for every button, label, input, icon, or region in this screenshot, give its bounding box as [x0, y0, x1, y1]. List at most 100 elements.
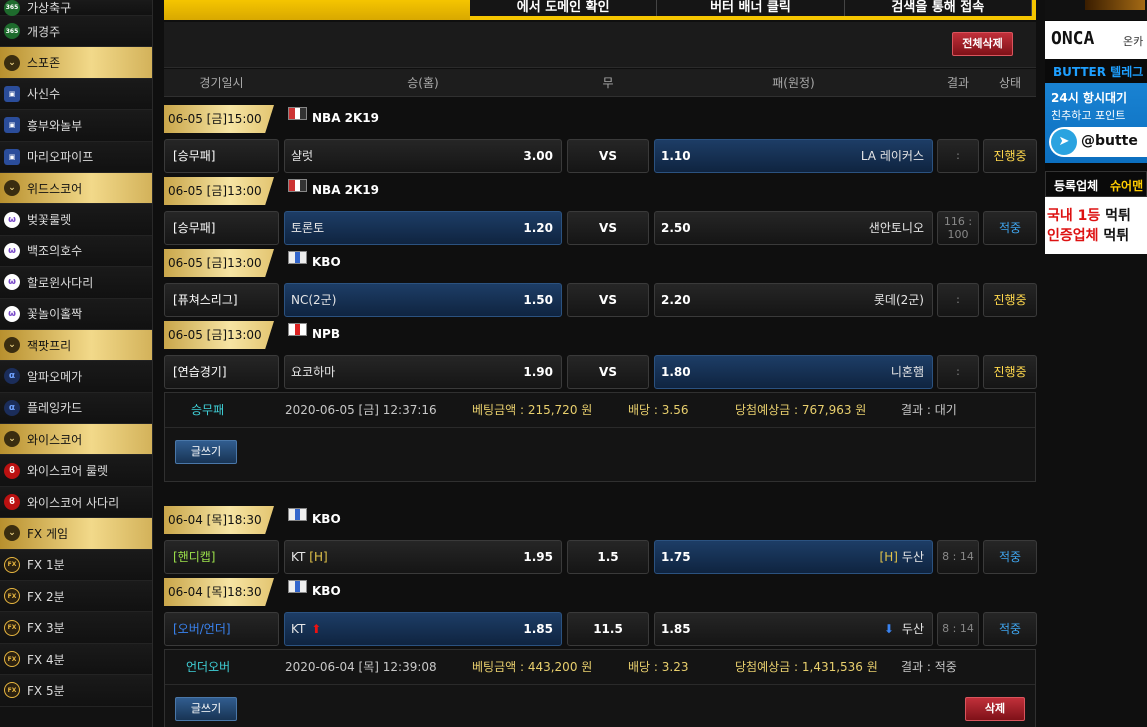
bet-type: [연습경기] [164, 355, 279, 389]
write-button[interactable]: 글쓰기 [175, 697, 237, 721]
col-status: 상태 [998, 76, 1022, 90]
bet-type: [오버/언더] [164, 612, 279, 646]
sidebar-category[interactable]: ⌄ 스포존 [0, 47, 152, 79]
sidebar-item[interactable]: ▣ 마리오파이프 [0, 141, 152, 173]
butter-handle: @butte [1081, 133, 1138, 149]
butter-line1: 24시 항시대기 [1051, 91, 1128, 105]
powerball-icon: ω [4, 305, 20, 322]
home-pick[interactable]: 토론토 1.20 [284, 211, 562, 245]
delete-all-button[interactable]: 전체삭제 [952, 32, 1013, 56]
powerball-icon: ω [4, 274, 20, 291]
summary-result: 결과 : 적중 [901, 660, 957, 674]
game-header: 06-05 [금]13:00 KBO [164, 247, 1036, 277]
col-result: 결과 [946, 76, 970, 90]
away-odd: 1.10 [661, 149, 691, 163]
game-status: 적중 [983, 540, 1037, 574]
home-pick[interactable]: NC(2군) 1.50 [284, 283, 562, 317]
powerball-icon: ω [4, 211, 20, 228]
draw-pick[interactable]: VS [567, 139, 649, 173]
sidebar-item-label: 알파오메가 [27, 369, 83, 384]
sidebar-category[interactable]: ⌄ FX 게임 [0, 518, 152, 550]
red-line1-text-b: 먹튀 [1105, 208, 1131, 224]
league-flag-icon [288, 107, 307, 120]
sidebar-item[interactable]: FX FX 2분 [0, 581, 152, 613]
game-row: [승무패] 샬럿 3.00 VS 1.10 LA 레이커스: 진행중 [164, 139, 1037, 173]
summary-divider [165, 684, 1035, 685]
draw-pick[interactable]: VS [567, 211, 649, 245]
home-pick[interactable]: 요코하마 1.90 [284, 355, 562, 389]
delete-button[interactable]: 삭제 [965, 697, 1025, 721]
ad-registered[interactable]: 등록업체 슈어맨 [1045, 171, 1147, 197]
draw-pick[interactable]: VS [567, 283, 649, 317]
sidebar-item-label: 잭팟프리 [27, 338, 72, 353]
away-team-wrap: 롯데(2군) [874, 284, 924, 316]
sidebar-item-label: 와이스코어 [27, 432, 83, 447]
sidebar-category[interactable]: ⌄ 잭팟프리 [0, 329, 152, 362]
sidebar-item[interactable]: FX FX 1분 [0, 549, 152, 582]
game-row: [핸디캡] KT [H] 1.95 1.5 1.75 [H] 두산 8 : 14 적중 [164, 540, 1037, 574]
summary-amount: 베팅금액 : 443,200 원 [472, 660, 593, 674]
sidebar-item[interactable]: ω 벚꽃룰렛 [0, 204, 152, 236]
right-ads: ONCA 온카 BUTTER 텔레그 24시 항시대기 친추하고 포인트 ➤ @… [1045, 0, 1147, 254]
league-flag-icon [288, 580, 307, 593]
sidebar-category[interactable]: ⌄ 위드스코어 [0, 172, 152, 205]
sidebar-item[interactable]: ▣ 흥부와놀부 [0, 110, 152, 142]
sidebar-item[interactable]: ω 할로윈사다리 [0, 267, 152, 299]
game-status: 진행중 [983, 139, 1037, 173]
away-pick[interactable]: 2.20 롯데(2군) [654, 283, 933, 317]
home-pick[interactable]: 샬럿 3.00 [284, 139, 562, 173]
away-odd: 1.80 [661, 365, 691, 379]
sidebar-item[interactable]: FX FX 4분 [0, 643, 152, 676]
sidebar-item-label: 와이스코어 사다리 [27, 495, 120, 510]
sidebar-item[interactable]: FX FX 3분 [0, 612, 152, 644]
draw-pick[interactable]: VS [567, 355, 649, 389]
sidebar-item[interactable]: 365 개경주 [0, 16, 152, 48]
onca-logo: ONCA [1051, 28, 1095, 49]
summary-expected: 당첨예상금 : 767,963 원 [735, 403, 867, 417]
game-row: [연습경기] 요코하마 1.90 VS 1.80 니혼햄: 진행중 [164, 355, 1037, 389]
sidebar-item[interactable]: 365 가상축구 [0, 0, 152, 16]
away-pick[interactable]: 1.85 ⬇ 두산 [654, 612, 933, 646]
home-pick[interactable]: KT [H] 1.95 [284, 540, 562, 574]
away-odd: 1.85 [661, 622, 691, 636]
sidebar-item-label: 사신수 [27, 87, 61, 102]
arrow-down-icon: ⬇ [883, 622, 894, 636]
sidebar-item[interactable]: ▣ 사신수 [0, 78, 152, 111]
away-pick[interactable]: 1.10 LA 레이커스 [654, 139, 933, 173]
home-odd: 1.50 [523, 293, 553, 307]
league-name: NBA 2K19 [312, 111, 380, 125]
ad-red[interactable]: 국내 1등 먹튀 인증업체 먹튀 [1045, 197, 1147, 254]
wisescore-icon: ϐ [4, 462, 20, 479]
summary-expected: 당첨예상금 : 1,431,536 원 [735, 660, 878, 674]
sidebar-item[interactable]: α 알파오메가 [0, 361, 152, 393]
game-result: : [937, 139, 979, 173]
sidebar-item[interactable]: ϐ 와이스코어 룰렛 [0, 455, 152, 487]
sidebar-category[interactable]: ⌄ 와이스코어 [0, 424, 152, 456]
top-banner[interactable]: 에서 도메인 확인 버터 배너 클릭 검색을 통해 접속 [164, 0, 1036, 20]
ad-onca[interactable]: ONCA 온카 [1045, 21, 1147, 59]
sidebar-item[interactable]: FX FX 5분 [0, 675, 152, 707]
draw-pick[interactable]: 1.5 [567, 540, 649, 574]
draw-pick[interactable]: 11.5 [567, 612, 649, 646]
home-pick[interactable]: KT ⬆ 1.85 [284, 612, 562, 646]
powerball-icon: ω [4, 242, 20, 259]
sidebar-item-label: 위드스코어 [27, 181, 83, 196]
away-pick[interactable]: 1.80 니혼햄 [654, 355, 933, 389]
away-pick[interactable]: 1.75 [H] 두산 [654, 540, 933, 574]
sidebar-item[interactable]: ω 꽃놀이홀짝 [0, 298, 152, 330]
home-odd: 3.00 [523, 149, 553, 163]
away-team-wrap: LA 레이커스 [861, 140, 924, 172]
away-pick[interactable]: 2.50 샌안토니오 [654, 211, 933, 245]
ad-top[interactable] [1045, 0, 1147, 20]
game-result: 116 : 100 [937, 211, 979, 245]
home-odd: 1.85 [523, 622, 553, 636]
ad-butter[interactable]: BUTTER 텔레그 24시 항시대기 친추하고 포인트 ➤ @butte [1045, 61, 1147, 163]
sidebar-item-label: 백조의호수 [27, 244, 83, 259]
butter-line2: 친추하고 포인트 [1051, 109, 1126, 122]
sidebar-item[interactable]: ω 백조의호수 [0, 235, 152, 268]
write-button[interactable]: 글쓰기 [175, 440, 237, 464]
butter-title: BUTTER 텔레그 [1045, 61, 1147, 83]
game-status: 진행중 [983, 283, 1037, 317]
sidebar-item[interactable]: ϐ 와이스코어 사다리 [0, 486, 152, 519]
sidebar-item[interactable]: α 플레잉카드 [0, 392, 152, 425]
